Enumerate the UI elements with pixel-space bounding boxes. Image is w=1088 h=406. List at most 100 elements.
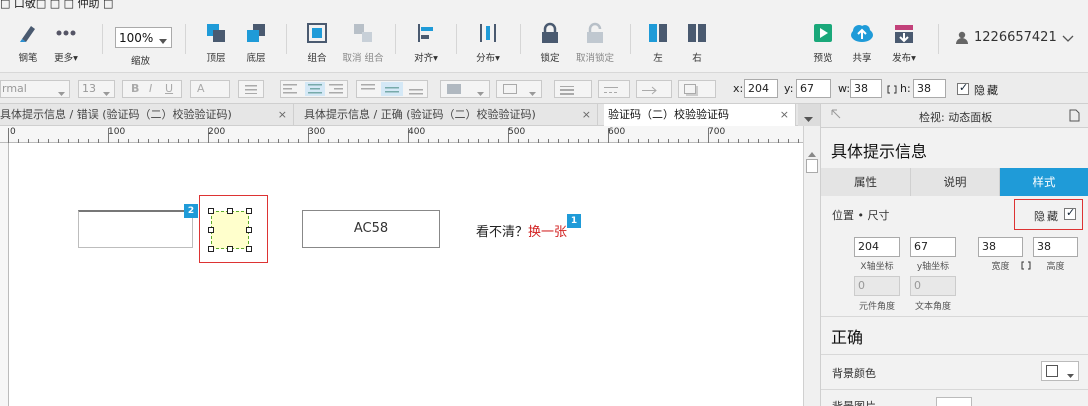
valign-bottom-icon[interactable] — [409, 83, 423, 98]
fill-color-select[interactable] — [440, 80, 490, 98]
resize-handle[interactable] — [246, 208, 252, 214]
resize-handle[interactable] — [208, 227, 214, 233]
align-center-icon[interactable] — [305, 82, 325, 96]
resize-handle[interactable] — [208, 246, 214, 252]
arrow-style-select[interactable] — [636, 80, 672, 98]
panel-h-input[interactable]: 38 — [1033, 237, 1078, 257]
tab-list-button[interactable] — [798, 104, 820, 126]
publish-button[interactable]: 发布▾ — [882, 22, 926, 64]
toolbar-divider — [630, 24, 631, 54]
unlock-icon — [572, 22, 618, 44]
panel-w-input[interactable]: 38 — [978, 237, 1023, 257]
left-label: 左 — [653, 53, 663, 64]
font-size-value: 13 — [82, 82, 96, 95]
tab-captcha-page[interactable]: 验证码（二）校验验证码 × — [604, 104, 796, 126]
send-to-bottom-button[interactable]: 底层 — [234, 22, 278, 64]
align-left-button[interactable]: 左 — [636, 22, 680, 64]
bullet-list-button[interactable] — [238, 80, 264, 98]
text-align-group[interactable] — [280, 80, 348, 98]
share-button[interactable]: 共享 — [840, 22, 884, 64]
font-size-select[interactable]: 13 — [78, 80, 115, 98]
tab-error-state[interactable]: 具体提示信息 / 错误 (验证码（二）校验验证码) × — [0, 104, 294, 126]
line-width-select[interactable] — [554, 80, 592, 98]
lock-ratio-icon[interactable] — [887, 84, 897, 97]
align-right-icon[interactable] — [329, 83, 347, 96]
ungroup-label: 取消 组合 — [342, 53, 384, 64]
tab-correct-state[interactable]: 具体提示信息 / 正确 (验证码（二）校验验证码) × — [300, 104, 598, 126]
y-input[interactable]: 67 — [796, 79, 831, 98]
lock-ratio-icon[interactable] — [1021, 260, 1031, 273]
tab-notes[interactable]: 说明 — [911, 168, 1000, 196]
tab-style[interactable]: 样式 — [1000, 168, 1088, 196]
toolbar-divider — [520, 24, 521, 54]
bold-icon[interactable]: B — [131, 82, 139, 95]
align-right-button[interactable]: 右 — [675, 22, 719, 64]
toolbar-divider — [938, 24, 939, 54]
panel-x-input[interactable]: 204 — [854, 237, 900, 257]
text-rotation-input[interactable]: 0 — [910, 276, 956, 296]
preview-button[interactable]: 预览 — [801, 22, 845, 64]
resize-handle[interactable] — [227, 208, 233, 214]
publish-label: 发布▾ — [892, 53, 916, 64]
captcha-image-box[interactable]: AC58 — [302, 210, 440, 248]
distribute-button[interactable]: 分布▾ — [466, 22, 510, 64]
tab-properties[interactable]: 属性 — [821, 168, 911, 196]
bg-image-picker[interactable] — [936, 397, 972, 406]
h-input[interactable]: 38 — [913, 79, 946, 98]
valign-top-icon[interactable] — [361, 83, 375, 98]
collapse-arrow-icon[interactable] — [831, 109, 841, 122]
border-color-select[interactable] — [496, 80, 542, 98]
resize-handle[interactable] — [246, 227, 252, 233]
w-label: w: — [838, 82, 851, 95]
publish-icon — [882, 22, 926, 44]
group-label: 组合 — [307, 53, 327, 64]
font-color-button[interactable]: A — [190, 80, 230, 98]
bg-color-label: 背景颜色 — [832, 367, 876, 380]
italic-icon[interactable]: I — [149, 82, 152, 95]
resize-handle[interactable] — [246, 246, 252, 252]
design-canvas[interactable]: 2 AC58 看不清？换一张 1 — [8, 143, 803, 406]
close-icon[interactable]: × — [278, 104, 287, 126]
captcha-input-widget[interactable] — [78, 210, 193, 248]
vertical-scrollbar[interactable] — [803, 126, 820, 406]
resize-handle[interactable] — [208, 208, 214, 214]
play-icon — [801, 22, 845, 44]
rotation-input[interactable]: 0 — [854, 276, 900, 296]
vertical-align-group[interactable] — [356, 80, 428, 98]
resize-handle[interactable] — [227, 246, 233, 252]
close-icon[interactable]: × — [780, 104, 789, 126]
w-input[interactable]: 38 — [850, 79, 882, 98]
ruler-label: 100 — [108, 127, 126, 137]
valign-middle-icon[interactable] — [381, 82, 403, 96]
ungroup-button[interactable]: 取消 组合 — [340, 22, 386, 64]
x-input[interactable]: 204 — [744, 79, 778, 98]
scroll-thumb[interactable] — [806, 159, 818, 173]
close-icon[interactable]: × — [582, 104, 591, 126]
align-button[interactable]: 对齐▾ — [404, 22, 448, 64]
panel-y-input[interactable]: 67 — [910, 237, 956, 257]
font-family-select[interactable]: rmal — [0, 80, 70, 98]
more-tools-button[interactable]: 更多▾ — [44, 22, 88, 64]
lock-button[interactable]: 锁定 — [528, 22, 572, 64]
right-label: 右 — [692, 53, 702, 64]
group-button[interactable]: 组合 — [295, 22, 339, 64]
hide-checkbox[interactable] — [957, 81, 969, 95]
zoom-select[interactable]: 100% — [115, 27, 172, 48]
rotation-caption: 元件角度 — [858, 302, 895, 312]
text-style-group[interactable]: B I U — [122, 80, 182, 98]
interaction-badge: 2 — [184, 204, 198, 218]
shadow-select[interactable] — [678, 80, 716, 98]
align-left-icon[interactable] — [283, 83, 303, 96]
page-icon[interactable] — [1069, 109, 1080, 125]
share-label: 共享 — [852, 53, 872, 64]
line-style-select[interactable] — [598, 80, 630, 98]
underline-icon[interactable]: U — [165, 82, 173, 95]
menubar-partial[interactable]: □ 口敬□ □ □ 仲助 □ — [0, 0, 113, 11]
unlock-button[interactable]: 取消锁定 — [572, 22, 618, 64]
format-toolbar: rmal 13 B I U A x: 204 y: 67 w: 38 h: 38… — [0, 73, 1088, 104]
bg-color-picker[interactable] — [1041, 361, 1079, 381]
bring-to-top-button[interactable]: 顶层 — [194, 22, 238, 64]
panel-hide-checkbox[interactable] — [1064, 206, 1076, 220]
change-captcha-link[interactable]: 换一张 — [528, 225, 567, 240]
dynamic-panel-hint[interactable] — [211, 211, 249, 249]
